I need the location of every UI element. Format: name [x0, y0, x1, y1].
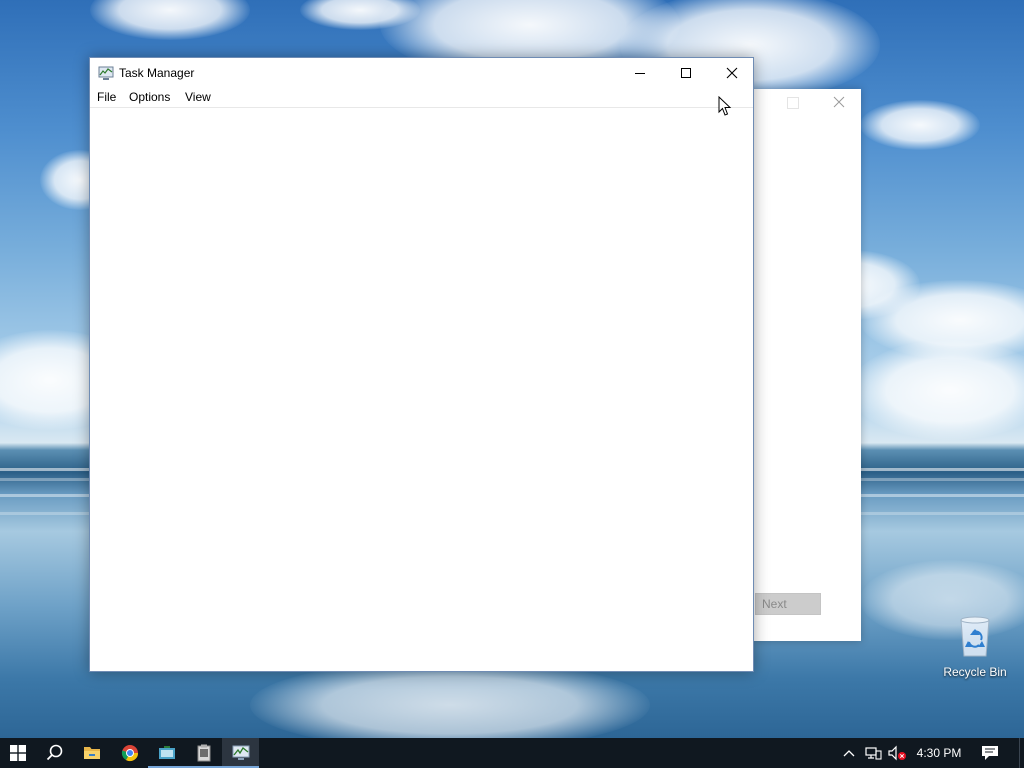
taskbar-chrome[interactable] — [111, 738, 148, 768]
show-desktop-button[interactable] — [1019, 738, 1024, 768]
network-icon[interactable] — [864, 745, 882, 761]
cloud — [90, 0, 250, 40]
minimize-icon — [635, 73, 645, 74]
recycle-bin-label: Recycle Bin — [943, 665, 1007, 679]
start-button[interactable] — [0, 738, 36, 768]
taskbar-clock[interactable]: 4:30 PM — [909, 738, 969, 768]
title-bar[interactable]: Task Manager — [90, 58, 753, 88]
task-manager-icon — [98, 66, 114, 80]
task-manager-window[interactable]: Task Manager File Options View — [89, 57, 754, 672]
maximize-button[interactable] — [663, 58, 709, 88]
maximize-icon — [681, 68, 691, 78]
cloud — [860, 100, 980, 150]
taskbar: 4:30 PM — [0, 738, 1024, 768]
recycle-bin[interactable]: Recycle Bin — [940, 614, 1010, 684]
maximize-icon — [787, 97, 799, 109]
mouse-cursor-icon — [718, 96, 732, 116]
next-button[interactable]: Next — [755, 593, 821, 615]
task-manager-icon — [232, 745, 249, 760]
folder-icon — [83, 747, 100, 759]
taskbar-app[interactable] — [148, 738, 185, 768]
background-dialog-window[interactable]: Next — [753, 89, 861, 641]
close-button[interactable] — [709, 58, 755, 88]
task-manager-content — [90, 108, 753, 671]
close-icon — [726, 67, 738, 79]
app-icon — [197, 744, 210, 762]
taskbar-task-manager[interactable] — [222, 738, 259, 768]
menu-bar: File Options View — [90, 88, 753, 108]
volume-muted-icon[interactable] — [887, 745, 907, 761]
search-icon — [46, 744, 62, 761]
window-title: Task Manager — [119, 66, 195, 80]
app-icon — [158, 746, 175, 759]
close-icon[interactable] — [831, 94, 847, 110]
action-center-icon[interactable] — [981, 745, 999, 761]
search-button[interactable] — [36, 738, 73, 768]
menu-file[interactable]: File — [97, 90, 116, 104]
chevron-up-icon[interactable] — [842, 745, 856, 761]
taskbar-app[interactable] — [185, 738, 222, 768]
taskbar-file-explorer[interactable] — [73, 738, 110, 768]
menu-options[interactable]: Options — [129, 90, 170, 104]
windows-logo-icon — [10, 745, 26, 761]
cloud — [850, 340, 1024, 440]
chrome-icon — [121, 745, 138, 762]
menu-view[interactable]: View — [185, 90, 211, 104]
recycle-bin-icon — [960, 616, 990, 657]
minimize-button[interactable] — [617, 58, 663, 88]
